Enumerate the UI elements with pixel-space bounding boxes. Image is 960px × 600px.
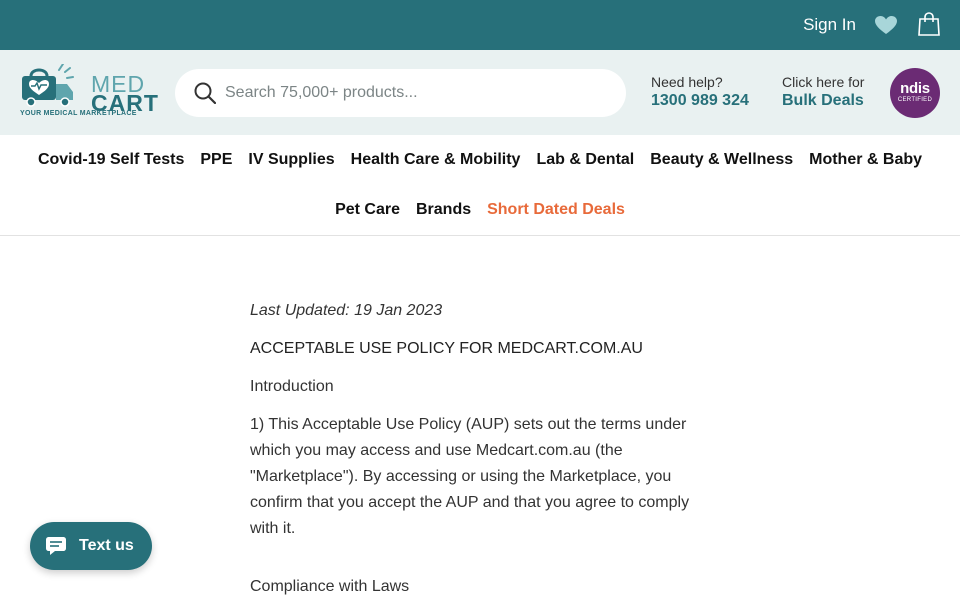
logo-tagline: YOUR MEDICAL MARKETPLACE xyxy=(20,110,137,117)
search-icon[interactable] xyxy=(194,82,216,104)
heart-icon[interactable] xyxy=(874,15,898,35)
text-us-label: Text us xyxy=(79,537,134,554)
nav-short-dated-deals[interactable]: Short Dated Deals xyxy=(487,201,625,219)
nav-pet-care[interactable]: Pet Care xyxy=(335,201,400,219)
nav-covid-tests[interactable]: Covid-19 Self Tests xyxy=(38,151,184,169)
bulk-deals-label: Click here for xyxy=(782,74,865,90)
nav-ppe[interactable]: PPE xyxy=(200,151,232,169)
policy-content: Last Updated: 19 Jan 2023 ACCEPTABLE USE… xyxy=(250,298,720,600)
nav-iv-supplies[interactable]: IV Supplies xyxy=(248,151,334,169)
ndis-brand: ndis xyxy=(900,80,930,97)
nav-row-1: Covid-19 Self Tests PPE IV Supplies Heal… xyxy=(0,151,960,169)
ndis-certified-badge: ndis CERTIFIED xyxy=(890,68,940,118)
shopping-bag-icon[interactable] xyxy=(918,12,940,36)
nav-mother-baby[interactable]: Mother & Baby xyxy=(809,151,922,169)
nav-health-care-mobility[interactable]: Health Care & Mobility xyxy=(351,151,521,169)
phone-number-link[interactable]: 1300 989 324 xyxy=(651,92,749,110)
need-help: Need help? 1300 989 324 xyxy=(651,74,749,110)
introduction-heading: Introduction xyxy=(250,378,334,395)
nav-lab-dental[interactable]: Lab & Dental xyxy=(536,151,634,169)
last-updated: Last Updated: 19 Jan 2023 xyxy=(250,302,443,319)
need-help-label: Need help? xyxy=(651,74,723,90)
compliance-heading: Compliance with Laws xyxy=(250,578,410,595)
policy-title: ACCEPTABLE USE POLICY FOR MEDCART.COM.AU xyxy=(250,340,643,357)
bulk-deals-link[interactable]: Bulk Deals xyxy=(782,92,864,110)
policy-paragraph-1: 1) This Acceptable Use Policy (AUP) sets… xyxy=(250,416,690,537)
text-us-button[interactable]: Text us xyxy=(30,522,152,570)
header: MED CART YOUR MEDICAL MARKETPLACE Need h… xyxy=(0,50,960,135)
nav-brands[interactable]: Brands xyxy=(416,201,471,219)
search-input[interactable] xyxy=(225,80,605,106)
sign-in-link[interactable]: Sign In xyxy=(803,15,856,35)
bulk-deals: Click here for Bulk Deals xyxy=(782,74,864,110)
top-bar: Sign In xyxy=(0,0,960,50)
medcart-logo[interactable]: MED CART YOUR MEDICAL MARKETPLACE xyxy=(19,64,161,120)
nav-beauty-wellness[interactable]: Beauty & Wellness xyxy=(650,151,793,169)
search-bar xyxy=(175,69,626,117)
chat-bubble-icon xyxy=(46,537,66,555)
nav-row-2: Pet Care Brands Short Dated Deals xyxy=(0,201,960,219)
main-navigation: Covid-19 Self Tests PPE IV Supplies Heal… xyxy=(0,135,960,236)
ndis-certified-label: CERTIFIED xyxy=(897,97,933,103)
cart-truck-icon xyxy=(22,64,74,107)
